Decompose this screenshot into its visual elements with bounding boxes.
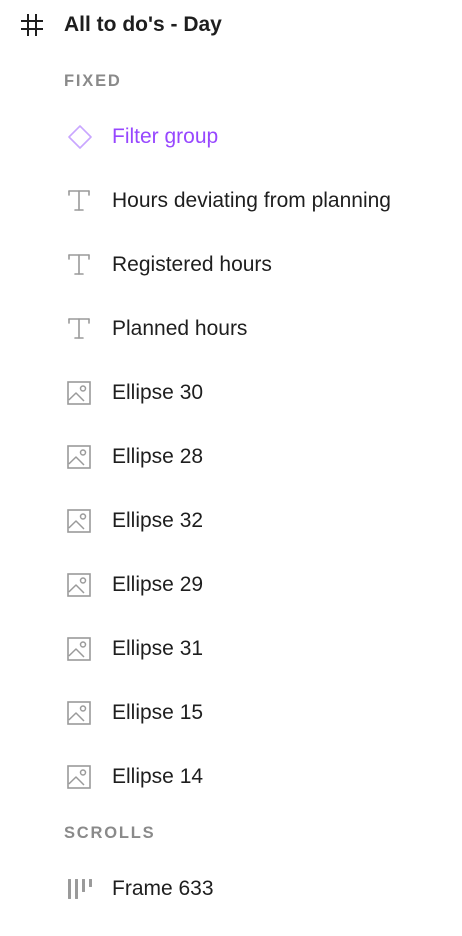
image-layer-icon — [66, 699, 94, 727]
layer-row-text[interactable]: Hours deviating from planning — [0, 169, 462, 233]
layer-row-text[interactable]: Registered hours — [0, 233, 462, 297]
frame-title: All to do's - Day — [64, 13, 222, 36]
image-layer-icon — [66, 443, 94, 471]
layer-label: Ellipse 29 — [112, 573, 204, 596]
layer-label: Ellipse 14 — [112, 765, 204, 788]
layers-panel: All to do's - Day FIXED Filter group Hou… — [0, 0, 462, 936]
image-layer-icon — [66, 571, 94, 599]
layer-label: Ellipse 30 — [112, 381, 204, 404]
layer-label: Planned hours — [112, 317, 248, 340]
image-layer-icon — [66, 379, 94, 407]
image-layer-icon — [66, 635, 94, 663]
section-label-fixed: FIXED — [64, 72, 122, 90]
layer-row-image[interactable]: Ellipse 30 — [0, 361, 462, 425]
text-layer-icon — [66, 187, 94, 215]
layer-row-image[interactable]: Ellipse 14 — [0, 745, 462, 809]
frame-layer-row[interactable]: All to do's - Day — [0, 0, 462, 52]
layer-label: Ellipse 31 — [112, 637, 204, 660]
layer-row-text[interactable]: Planned hours — [0, 297, 462, 361]
layer-row-image[interactable]: Ellipse 28 — [0, 425, 462, 489]
layer-row-image[interactable]: Ellipse 15 — [0, 681, 462, 745]
layer-row-filter-group[interactable]: Filter group — [0, 105, 462, 169]
layer-label: Registered hours — [112, 253, 272, 276]
frame-hash-icon — [20, 13, 44, 37]
layer-row-frame-633[interactable]: Frame 633 — [0, 857, 462, 921]
layer-label: Hours deviating from planning — [112, 189, 391, 212]
layer-row-image[interactable]: Ellipse 32 — [0, 489, 462, 553]
layer-label: Ellipse 28 — [112, 445, 204, 468]
layer-row-image[interactable]: Ellipse 29 — [0, 553, 462, 617]
component-instance-icon — [66, 123, 94, 151]
layer-row-image[interactable]: Ellipse 31 — [0, 617, 462, 681]
layer-label: Ellipse 15 — [112, 701, 204, 724]
layer-label: Frame 633 — [112, 877, 214, 900]
image-layer-icon — [66, 763, 94, 791]
image-layer-icon — [66, 507, 94, 535]
horizontal-auto-layout-icon — [66, 875, 94, 903]
text-layer-icon — [66, 251, 94, 279]
layer-label: Filter group — [112, 125, 219, 148]
section-label-scrolls: SCROLLS — [64, 824, 156, 842]
layer-label: Ellipse 32 — [112, 509, 204, 532]
text-layer-icon — [66, 315, 94, 343]
